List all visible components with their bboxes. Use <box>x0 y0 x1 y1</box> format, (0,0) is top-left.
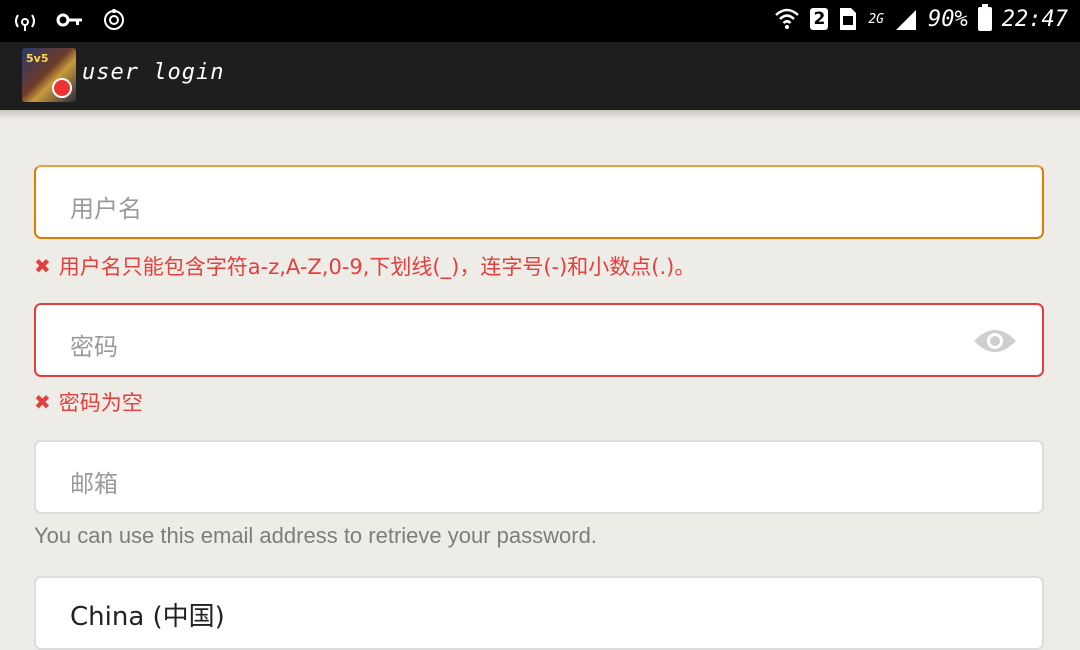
title-bar: 5v5 user login <box>0 42 1080 110</box>
signal-icon <box>896 10 917 30</box>
title-bar-shadow <box>0 110 1080 120</box>
email-field[interactable]: 邮箱 <box>34 440 1044 514</box>
wifi-icon <box>775 8 800 29</box>
country-select[interactable]: China (中国) <box>34 576 1044 650</box>
sim-card-icon <box>840 8 857 30</box>
show-password-eye-icon[interactable] <box>972 325 1018 357</box>
battery-icon <box>977 4 992 31</box>
garena-logo-icon <box>52 78 72 98</box>
status-time: 22:47 <box>1001 6 1068 32</box>
status-bar: 2 2G 90% 22:47 <box>0 0 1080 42</box>
error-x-icon: ✖ <box>34 254 51 278</box>
country-select-value: China (中国) <box>70 602 225 632</box>
username-error-text: 用户名只能包含字符a-z,A-Z,0-9,下划线(_)，连字号(-)和小数点(.… <box>58 255 696 279</box>
password-field[interactable]: 密码 <box>34 303 1044 377</box>
username-error: ✖ 用户名只能包含字符a-z,A-Z,0-9,下划线(_)，连字号(-)和小数点… <box>34 251 695 281</box>
vpn-key-icon <box>56 13 82 27</box>
wifi-hotspot-icon <box>15 14 35 31</box>
password-error-text: 密码为空 <box>58 391 143 415</box>
page-title: user login <box>82 60 225 85</box>
error-x-icon: ✖ <box>34 390 51 414</box>
network-type: 2G <box>868 11 885 27</box>
app-icon[interactable]: 5v5 <box>22 48 76 102</box>
status-right-icons: 2 2G 90% 22:47 <box>774 4 1068 32</box>
password-error: ✖ 密码为空 <box>34 387 143 417</box>
username-field[interactable]: 用户名 <box>34 165 1044 239</box>
battery-level: 90% <box>928 6 968 32</box>
status-left-icons <box>12 8 126 32</box>
sync-icon <box>104 9 124 30</box>
username-placeholder: 用户名 <box>70 195 142 223</box>
email-placeholder: 邮箱 <box>70 470 118 498</box>
password-placeholder: 密码 <box>70 333 118 361</box>
app-icon-tag: 5v5 <box>26 52 49 65</box>
email-hint: You can use this email address to retrie… <box>34 523 597 548</box>
sim-slot-badge: 2 <box>810 8 829 30</box>
